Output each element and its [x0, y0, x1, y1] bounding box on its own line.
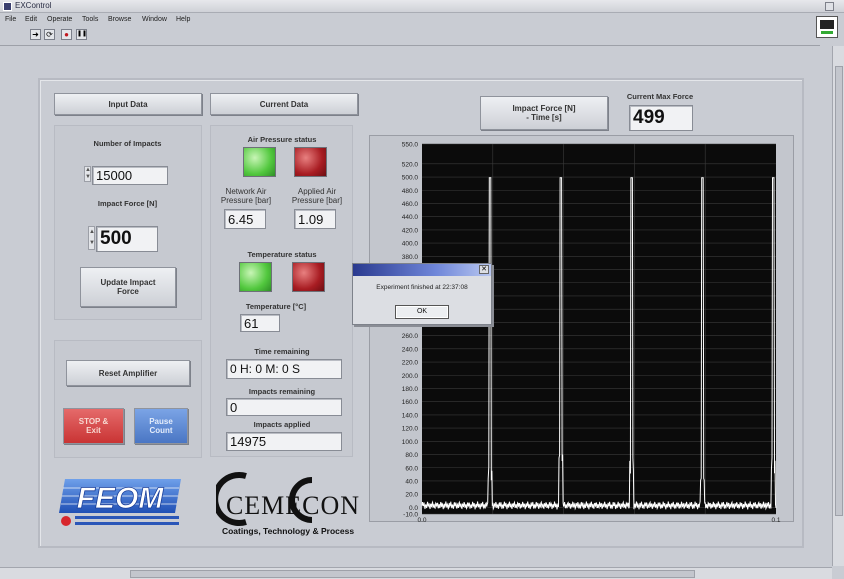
y-tick-label: 550.0	[402, 142, 419, 149]
air-pressure-status-label: Air Pressure status	[247, 135, 317, 144]
menu-edit[interactable]: Edit	[25, 16, 37, 23]
pause-icon[interactable]: ❚❚	[76, 29, 87, 40]
y-tick-label: 460.0	[402, 201, 419, 208]
current-data-button[interactable]: Current Data	[210, 93, 358, 115]
minimize-button[interactable]	[825, 2, 834, 11]
impact-force-label: Impact Force [N]	[97, 199, 158, 208]
y-tick-label: 380.0	[402, 254, 419, 261]
impacts-applied-display: 14975	[226, 432, 342, 451]
pause-count-button[interactable]: Pause Count	[134, 408, 188, 444]
network-air-pressure-label: Network Air Pressure [bar]	[220, 187, 272, 205]
cemecon-logo-text: CEMECON	[226, 491, 360, 520]
y-tick-label: 480.0	[402, 188, 419, 195]
applied-air-pressure-led	[294, 147, 327, 177]
y-tick-label: -10.0	[403, 512, 418, 519]
toolbar-divider	[0, 45, 820, 46]
network-air-pressure-led	[243, 147, 276, 177]
y-tick-label: 160.0	[402, 399, 419, 406]
impacts-applied-label: Impacts applied	[253, 420, 311, 429]
y-tick-label: 20.0	[405, 492, 418, 499]
y-tick-label: 200.0	[402, 373, 419, 380]
dialog-message: Experiment finished at 22:37:08	[376, 284, 468, 291]
vertical-scrollbar[interactable]	[832, 46, 844, 566]
impact-force-chart-frame: 550.0 520.0 500.0 480.0 460.0 440.0 420.0 400.0…	[369, 135, 794, 525]
y-tick-label: 180.0	[402, 386, 419, 393]
applied-air-pressure-display: 1.09	[294, 209, 336, 229]
horizontal-scrollbar[interactable]	[0, 567, 832, 579]
cemecon-tagline: Coatings, Technology & Process	[222, 526, 354, 536]
temperature-alarm-led	[292, 262, 325, 292]
update-impact-force-button[interactable]: Update Impact Force	[80, 267, 176, 307]
plot-area	[422, 144, 776, 514]
y-tick-label: 40.0	[405, 478, 418, 485]
y-tick-label: 60.0	[405, 465, 418, 472]
labview-vi-icon	[816, 16, 838, 38]
impact-force-spinner[interactable]: ▲ ▼	[88, 226, 95, 250]
menu-window[interactable]: Window	[142, 16, 167, 23]
stop-exit-button[interactable]: STOP & Exit	[63, 408, 124, 444]
number-of-impacts-spinner[interactable]: ▲ ▼	[84, 166, 91, 182]
number-of-impacts-input[interactable]: 15000	[92, 166, 168, 185]
y-tick-label: 100.0	[402, 439, 419, 446]
applied-air-pressure-label: Applied Air Pressure [bar]	[291, 187, 343, 205]
impacts-remaining-label: Impacts remaining	[248, 387, 316, 396]
reset-amplifier-button[interactable]: Reset Amplifier	[66, 360, 190, 386]
time-remaining-label: Time remaining	[254, 347, 310, 356]
y-tick-label: 440.0	[402, 214, 419, 221]
menu-help[interactable]: Help	[176, 16, 190, 23]
toolbar: ➜ ⟳ ● ❚❚	[0, 27, 810, 43]
impacts-remaining-display: 0	[226, 398, 342, 416]
run-continuous-icon[interactable]: ⟳	[44, 29, 55, 40]
y-tick-label: 400.0	[402, 241, 419, 248]
menu-file[interactable]: File	[5, 16, 16, 23]
dialog-close-icon[interactable]: ✕	[479, 265, 489, 274]
dialog-ok-button[interactable]: OK	[395, 305, 449, 319]
y-tick-label: 420.0	[402, 227, 419, 234]
number-of-impacts-label: Number of Impacts	[93, 139, 162, 148]
cemecon-logo: CEMECON Coatings, Technology & Process	[216, 472, 360, 536]
temperature-label: Temperature [°C]	[245, 302, 307, 311]
feom-logo-text: FEOM	[77, 482, 165, 515]
x-tick-label: 0.0	[417, 517, 426, 523]
impact-force-time-button[interactable]: Impact Force [N] - Time [s]	[480, 96, 608, 130]
current-max-force-display: 499	[629, 105, 693, 131]
vertical-scroll-thumb[interactable]	[835, 66, 843, 516]
abort-icon[interactable]: ●	[61, 29, 72, 40]
y-tick-label: 80.0	[405, 452, 418, 459]
y-tick-label: 520.0	[402, 161, 419, 168]
menu-tools[interactable]: Tools	[82, 16, 98, 23]
y-tick-label: 260.0	[402, 333, 419, 340]
y-tick-label: 120.0	[402, 426, 419, 433]
y-tick-label: 140.0	[402, 412, 419, 419]
x-tick-label: 0.1	[771, 517, 780, 523]
horizontal-scroll-thumb[interactable]	[130, 570, 695, 578]
y-tick-label: 500.0	[402, 175, 419, 182]
y-tick-label: 240.0	[402, 346, 419, 353]
current-max-force-label: Current Max Force	[626, 92, 694, 101]
title-bar: EXControl	[0, 0, 844, 13]
feom-logo: FEOM	[59, 479, 181, 526]
input-data-button[interactable]: Input Data	[54, 93, 202, 115]
temperature-status-label: Temperature status	[247, 250, 317, 259]
network-air-pressure-display: 6.45	[224, 209, 266, 229]
impact-force-input[interactable]: 500	[96, 226, 158, 252]
window-title: EXControl	[15, 1, 52, 10]
menu-bar: File Edit Operate Tools Browse Window He…	[0, 14, 810, 26]
menu-browse[interactable]: Browse	[108, 16, 131, 23]
impact-force-chart: 550.0 520.0 500.0 480.0 460.0 440.0 420.0 400.0…	[402, 142, 781, 525]
app-icon	[3, 2, 12, 11]
menu-operate[interactable]: Operate	[47, 16, 72, 23]
run-arrow-icon[interactable]: ➜	[30, 29, 41, 40]
temperature-display: 61	[240, 314, 280, 332]
temperature-ok-led	[239, 262, 272, 292]
y-tick-label: 220.0	[402, 360, 419, 367]
experiment-finished-dialog: ✕ Experiment finished at 22:37:08 OK	[352, 263, 492, 325]
dialog-title-bar	[353, 264, 491, 276]
time-remaining-display: 0 H: 0 M: 0 S	[226, 359, 342, 379]
